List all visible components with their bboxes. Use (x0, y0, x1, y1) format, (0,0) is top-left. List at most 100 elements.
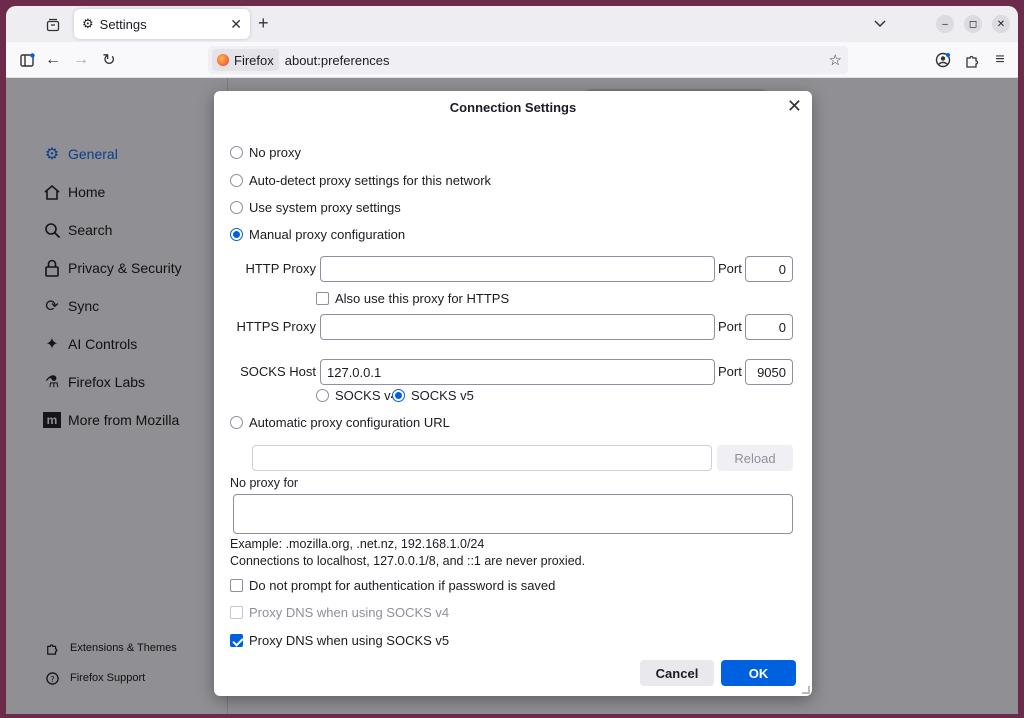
socks-v4-radio[interactable] (316, 389, 329, 402)
sidebar-item-privacy[interactable]: Privacy & Security (42, 258, 182, 278)
sidebar-item-label: Extensions & Themes (70, 642, 177, 654)
extensions-icon[interactable] (963, 51, 981, 69)
forward-icon[interactable]: → (72, 51, 90, 69)
reload-icon[interactable]: ↻ (100, 51, 118, 69)
sidebar-item-firefox-support[interactable]: ? Firefox Support (44, 668, 145, 688)
mozilla-icon: m (42, 410, 62, 430)
socks-v4-label: SOCKS v4 (335, 388, 398, 403)
dialog-title: Connection Settings (449, 100, 577, 115)
no-proxy-for-label: No proxy for (230, 476, 299, 490)
close-window-icon[interactable]: ✕ (992, 15, 1010, 33)
back-icon[interactable]: ← (44, 51, 62, 69)
auto-detect-radio[interactable] (230, 174, 243, 187)
manual-proxy-radio[interactable] (230, 228, 243, 241)
example-text: Example: .mozilla.org, .net.nz, 192.168.… (230, 537, 485, 551)
sidebar-item-label: More from Mozilla (68, 412, 180, 428)
no-prompt-auth-option[interactable]: Do not prompt for authentication if pass… (230, 578, 555, 593)
socks-v5-option[interactable]: SOCKS v5 (392, 388, 474, 403)
system-proxy-option[interactable]: Use system proxy settings (230, 200, 401, 215)
search-icon (42, 220, 62, 240)
http-port-input[interactable] (745, 256, 793, 282)
socks-v4-option[interactable]: SOCKS v4 (316, 388, 398, 403)
localhost-note: Connections to localhost, 127.0.0.1/8, a… (230, 554, 586, 568)
sidebar-item-label: Sync (68, 298, 100, 314)
identity-label: Firefox (234, 52, 274, 68)
socks-port-input[interactable] (745, 359, 793, 385)
system-proxy-radio[interactable] (230, 201, 243, 214)
chevron-down-icon[interactable] (874, 16, 886, 31)
no-proxy-radio[interactable] (230, 146, 243, 159)
http-proxy-input[interactable] (320, 256, 715, 282)
sidebar-item-extensions-themes[interactable]: Extensions & Themes (44, 638, 177, 658)
sidebar-item-sync[interactable]: ⟳ Sync (42, 296, 99, 316)
dns-socks5-option[interactable]: Proxy DNS when using SOCKS v5 (230, 633, 449, 648)
socks-host-input[interactable] (320, 359, 715, 385)
dns-socks5-checkbox[interactable] (230, 634, 243, 647)
socks-port-label: Port (718, 364, 742, 379)
auto-detect-option[interactable]: Auto-detect proxy settings for this netw… (230, 173, 491, 188)
manual-proxy-option[interactable]: Manual proxy configuration (230, 227, 405, 242)
cancel-button[interactable]: Cancel (640, 660, 714, 686)
also-https-checkbox[interactable] (316, 292, 329, 305)
no-proxy-option[interactable]: No proxy (230, 145, 301, 160)
lock-icon (42, 258, 62, 278)
maximize-icon[interactable]: ◻ (964, 15, 982, 33)
https-proxy-label: HTTPS Proxy (236, 319, 316, 334)
sidebar-item-home[interactable]: Home (42, 182, 105, 202)
auto-url-radio[interactable] (230, 416, 243, 429)
bookmark-star-icon[interactable]: ☆ (829, 51, 842, 69)
sync-icon: ⟳ (45, 298, 59, 315)
sidebar-toggle-icon[interactable] (18, 51, 36, 69)
socks-host-label: SOCKS Host (240, 364, 316, 379)
dns-socks4-checkbox[interactable] (230, 606, 243, 619)
sidebar-item-ai-controls[interactable]: ✦ AI Controls (42, 334, 137, 354)
sidebar-item-label: Privacy & Security (68, 260, 182, 276)
https-port-input[interactable] (745, 314, 793, 340)
url-text[interactable]: about:preferences (285, 53, 390, 68)
firefox-logo-icon (217, 54, 229, 66)
no-prompt-auth-checkbox[interactable] (230, 579, 243, 592)
dns-socks4-option[interactable]: Proxy DNS when using SOCKS v4 (230, 605, 449, 620)
sidebar-item-label: Firefox Labs (68, 374, 146, 390)
tab-title: Settings (99, 16, 147, 32)
ok-button[interactable]: OK (721, 660, 796, 686)
gear-icon: ⚙ (44, 146, 60, 163)
svg-text:?: ? (50, 673, 54, 683)
sidebar-item-label: Search (68, 222, 113, 238)
close-tab-icon[interactable]: ✕ (230, 16, 242, 33)
socks-v5-radio[interactable] (392, 389, 405, 402)
dns-socks5-label: Proxy DNS when using SOCKS v5 (249, 633, 450, 648)
home-icon (42, 182, 62, 202)
account-icon[interactable] (934, 51, 952, 69)
auto-url-input[interactable] (252, 445, 712, 471)
new-tab-button[interactable]: + (258, 14, 269, 32)
identity-box[interactable]: Firefox (212, 49, 279, 71)
resize-grip-icon[interactable] (802, 686, 810, 694)
also-https-label: Also use this proxy for HTTPS (335, 291, 510, 306)
close-icon[interactable]: ✕ (787, 97, 802, 115)
dns-socks4-label: Proxy DNS when using SOCKS v4 (249, 605, 450, 620)
https-proxy-input[interactable] (320, 314, 715, 340)
menu-icon[interactable]: ≡ (991, 51, 1009, 69)
sidebar-item-more-from-mozilla[interactable]: m More from Mozilla (42, 410, 179, 430)
sidebar-item-search[interactable]: Search (42, 220, 112, 240)
manual-proxy-label: Manual proxy configuration (249, 227, 406, 242)
also-https-option[interactable]: Also use this proxy for HTTPS (316, 291, 509, 306)
reload-button[interactable]: Reload (717, 445, 793, 471)
url-bar[interactable]: Firefox about:preferences ☆ (208, 46, 848, 74)
preferences-sidebar: ⚙ General Home Search Privacy & Security… (6, 78, 228, 714)
auto-url-option[interactable]: Automatic proxy configuration URL (230, 415, 450, 430)
no-proxy-for-textarea[interactable] (233, 494, 793, 534)
tab-list-icon[interactable] (42, 14, 64, 36)
sidebar-item-label: General (68, 146, 118, 162)
browser-window: ⚙ Settings ✕ + – ◻ ✕ ← → ↻ Firefox about… (6, 6, 1018, 714)
https-port-label: Port (718, 319, 742, 334)
auto-url-label: Automatic proxy configuration URL (249, 415, 450, 430)
sidebar-item-firefox-labs[interactable]: ⚗ Firefox Labs (42, 372, 145, 392)
sidebar-item-general[interactable]: ⚙ General (42, 144, 118, 164)
tab-settings[interactable]: ⚙ Settings ✕ (74, 9, 250, 39)
http-port-label: Port (718, 261, 742, 276)
help-icon: ? (44, 668, 60, 688)
connection-settings-dialog: Connection Settings ✕ No proxy Auto-dete… (214, 91, 812, 696)
minimize-icon[interactable]: – (936, 15, 954, 33)
